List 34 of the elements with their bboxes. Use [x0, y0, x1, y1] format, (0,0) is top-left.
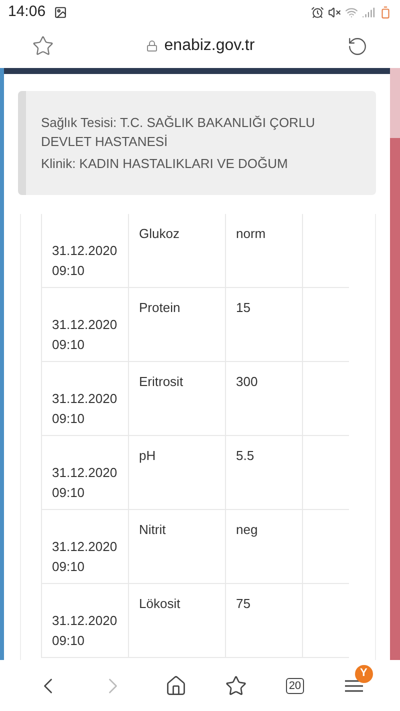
info-text: Sağlık Tesisi: T.C. SAĞLIK BAKANLIĞI ÇORLU DEVLET HASTANESİ — [41, 114, 316, 151]
home-icon[interactable] — [164, 674, 187, 696]
date-cell-text: 31.12.2020 09:10 — [52, 464, 118, 502]
notification-badge: Y — [354, 664, 373, 682]
test-name-cell: Protein — [139, 300, 180, 315]
test-name-cell: Glukoz — [139, 226, 180, 241]
alarm-icon — [311, 6, 324, 18]
image-icon — [54, 6, 67, 18]
result-cell: neg — [236, 522, 258, 537]
lock-icon — [146, 40, 158, 52]
date-cell-text: 31.12.2020 09:10 — [52, 390, 118, 428]
bookmarks-icon[interactable] — [225, 674, 248, 696]
result-cell: 75 — [236, 596, 250, 611]
mute-icon — [328, 6, 341, 18]
date-cell-text: 31.12.2020 09:10 — [52, 538, 118, 576]
test-name-cell: Eritrosit — [139, 374, 184, 389]
test-name-cell: pH — [139, 448, 156, 463]
info-text: Klinik: KADIN HASTALIKLARI VE DOĞUM — [41, 155, 289, 173]
wifi-icon — [345, 6, 358, 18]
url-text[interactable]: enabiz.gov.tr — [164, 34, 255, 58]
result-cell: norm — [236, 226, 266, 241]
test-name-cell: Lökosit — [139, 596, 180, 611]
result-cell: 5.5 — [236, 448, 254, 463]
date-cell-text: 31.12.2020 09:10 — [52, 242, 118, 280]
result-cell: 300 — [236, 374, 258, 389]
test-name-cell: Nitrit — [139, 522, 166, 537]
result-cell: 15 — [236, 300, 250, 315]
reload-icon[interactable] — [346, 36, 368, 56]
tabs-button[interactable]: 20 — [286, 678, 304, 694]
date-cell-text: 31.12.2020 09:10 — [52, 612, 118, 650]
bookmark-star-icon[interactable] — [32, 35, 54, 57]
battery-icon — [379, 6, 392, 18]
status-time: 14:06 — [8, 2, 46, 22]
date-cell-text: 31.12.2020 09:10 — [52, 316, 118, 354]
